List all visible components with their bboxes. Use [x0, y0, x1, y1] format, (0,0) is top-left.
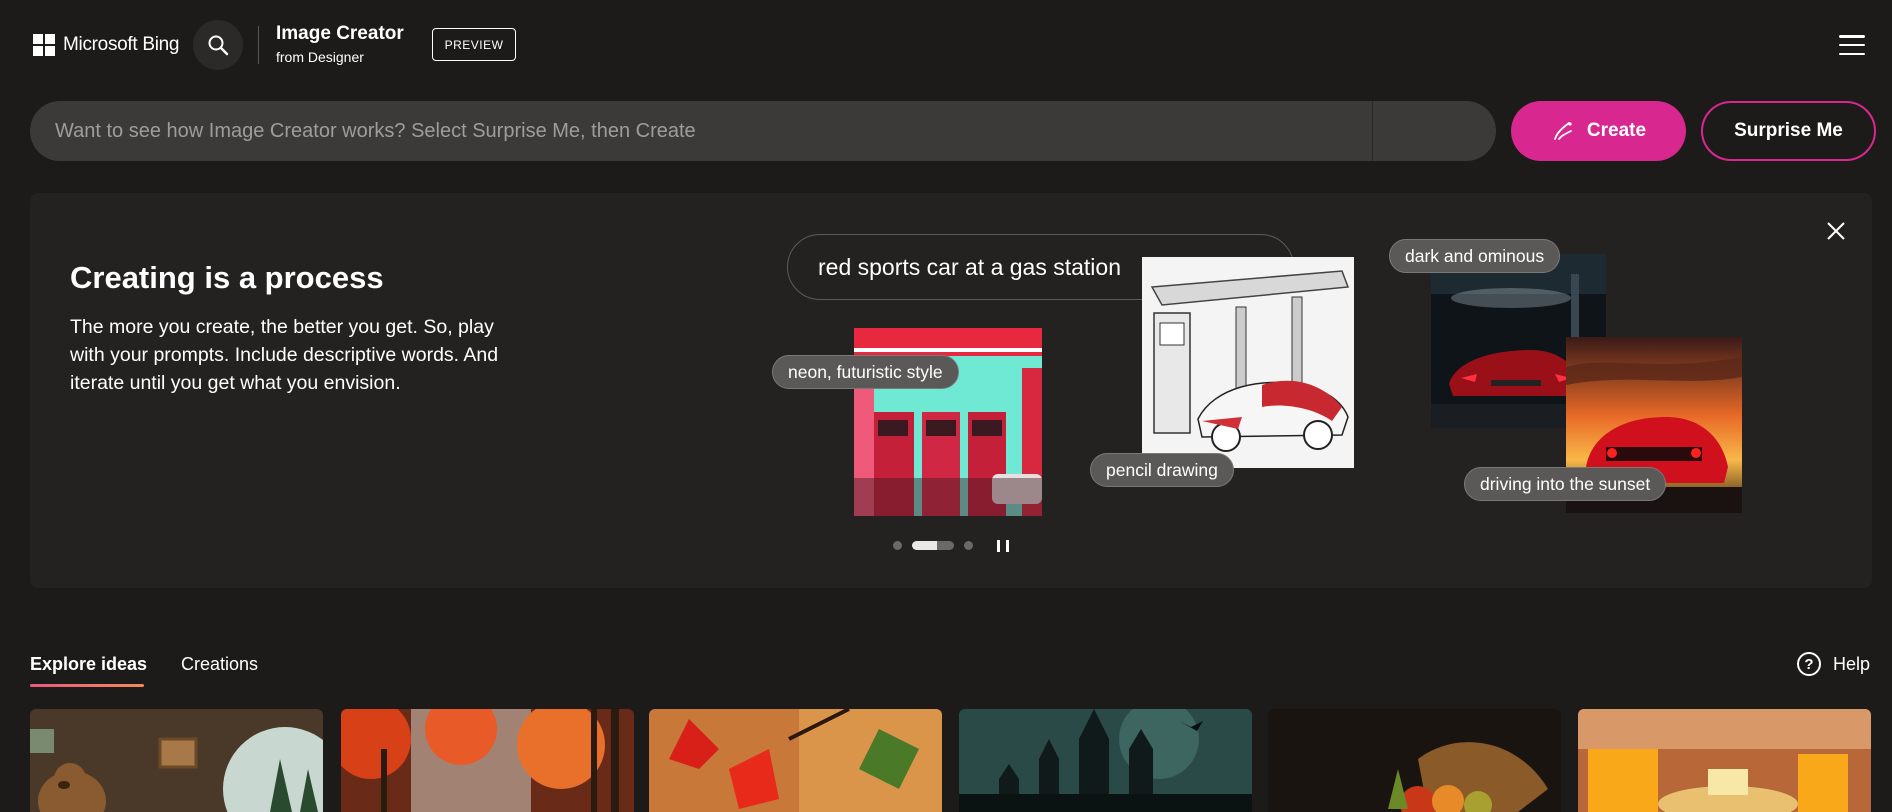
carousel-dot[interactable] [893, 541, 902, 550]
microsoft-bing-logo[interactable]: Microsoft Bing [33, 34, 179, 56]
idea-thumbnail-gothic-castle[interactable] [959, 709, 1252, 812]
prompt-bar [30, 101, 1496, 161]
brand-name: Microsoft Bing [63, 34, 180, 55]
prompt-input[interactable] [55, 101, 1375, 161]
tag-dark-ominous: dark and ominous [1389, 239, 1561, 273]
app-subtitle: from Designer [276, 49, 364, 65]
top-header: Microsoft Bing Image Creator from Design… [0, 0, 1892, 90]
idea-thumbnail-cornucopia[interactable] [1268, 709, 1561, 812]
app-title[interactable]: Image Creator [276, 23, 404, 45]
close-banner-button[interactable] [1818, 213, 1854, 249]
pause-icon[interactable] [997, 540, 1009, 552]
tag-pencil-drawing: pencil drawing [1090, 453, 1234, 487]
idea-thumbnail-autumn-forest[interactable] [341, 709, 634, 812]
create-label: Create [1586, 120, 1647, 141]
banner-title: Creating is a process [70, 260, 384, 295]
create-button[interactable]: Create [1511, 101, 1686, 161]
tab-creations[interactable]: Creations [181, 654, 258, 675]
carousel-dot-active[interactable] [912, 541, 954, 550]
help-label: Help [1833, 653, 1871, 674]
create-brush-icon [1554, 122, 1572, 140]
surprise-me-button[interactable]: Surprise Me [1701, 101, 1876, 161]
search-icon [208, 35, 229, 56]
header-divider [258, 26, 259, 64]
search-button[interactable] [193, 20, 243, 70]
idea-thumbnail-maple-leaves[interactable] [649, 709, 942, 812]
banner-body: The more you create, the better you get.… [70, 316, 499, 394]
help-icon: ? [1797, 652, 1821, 676]
carousel-dot[interactable] [964, 541, 973, 550]
tag-driving-sunset: driving into the sunset [1464, 467, 1667, 501]
carousel-indicator [893, 541, 973, 550]
idea-thumbnail-breakfast[interactable] [1578, 709, 1871, 812]
active-tab-indicator [30, 684, 144, 687]
tag-neon-futuristic: neon, futuristic style [772, 355, 959, 389]
preview-badge: PREVIEW [432, 28, 516, 61]
pencil-drawing-image [1142, 257, 1354, 468]
tab-explore-ideas[interactable]: Explore ideas [30, 654, 147, 675]
prompt-divider [1372, 101, 1373, 161]
close-icon [1827, 222, 1845, 240]
windows-logo-icon [33, 34, 55, 56]
menu-icon[interactable] [1839, 35, 1865, 55]
idea-thumbnail-bear[interactable] [30, 709, 323, 812]
help-link[interactable]: ? Help [1797, 652, 1870, 676]
